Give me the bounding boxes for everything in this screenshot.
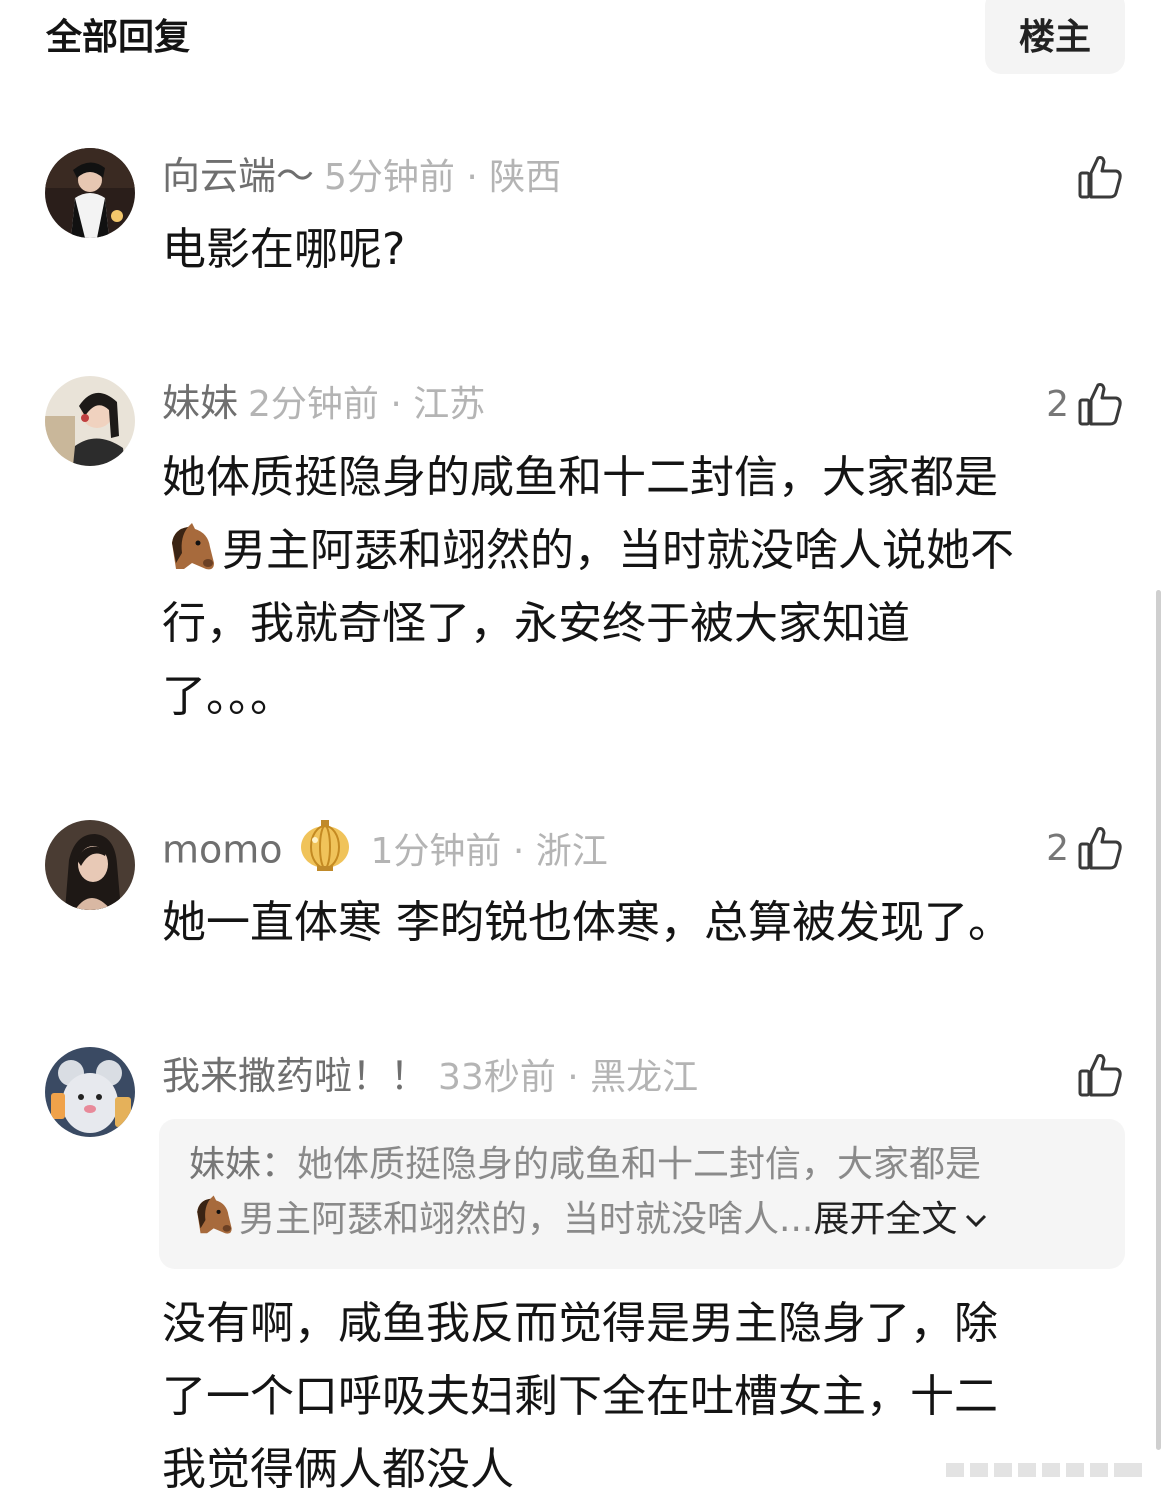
header-bar: 全部回复 楼主 bbox=[0, 0, 1169, 80]
quote-line: 男主阿瑟和翊然的，当时就没啥人...展开全文 bbox=[189, 1192, 1109, 1247]
quote-line-text: 男主阿瑟和翊然的，当时就没啥人... bbox=[239, 1199, 814, 1240]
comment-text-line: 她体质挺隐身的咸鱼和十二封信，大家都是 bbox=[162, 452, 998, 503]
comment-meta: 妹妹 2分钟前 · 江苏 bbox=[162, 384, 485, 423]
like-button[interactable]: 2 bbox=[1046, 820, 1125, 876]
owner-only-button[interactable]: 楼主 bbox=[985, 0, 1125, 74]
time-location: 33秒前 · 黑龙江 bbox=[438, 1057, 699, 1098]
horse-face-emoji bbox=[197, 1195, 232, 1234]
comment-text: 她体质挺隐身的咸鱼和十二封信，大家都是 男主阿瑟和翊然的，当时就没啥人说她不 行… bbox=[162, 441, 1122, 733]
owner-only-label: 楼主 bbox=[1018, 17, 1091, 58]
thumbs-up-icon bbox=[1078, 156, 1122, 199]
like-count: 2 bbox=[1046, 827, 1069, 869]
expand-full-text-link[interactable]: 展开全文 bbox=[813, 1199, 991, 1240]
time-location: 2分钟前 · 江苏 bbox=[248, 384, 486, 425]
like-button[interactable] bbox=[1069, 149, 1125, 205]
comment-text: 她一直体寒 李昀锐也体寒，总算被发现了。 bbox=[162, 897, 1012, 948]
comment-meta: 向云端～ 5分钟前 · 陕西 bbox=[162, 157, 561, 196]
time-location: 5分钟前 · 陕西 bbox=[324, 157, 562, 198]
avatar[interactable] bbox=[45, 820, 135, 910]
author-name[interactable]: momo bbox=[162, 828, 283, 872]
quoted-reply-text: 妹妹：她体质挺隐身的咸鱼和十二封信，大家都是 男主阿瑟和翊然的，当时就没啥人..… bbox=[189, 1137, 1109, 1247]
quote-author: 妹妹： bbox=[189, 1144, 298, 1185]
horse-face-emoji bbox=[172, 523, 214, 570]
thumbs-up-icon bbox=[1078, 383, 1122, 426]
chevron-down-icon bbox=[966, 1214, 987, 1228]
like-button[interactable] bbox=[1069, 1047, 1125, 1103]
author-name[interactable]: 妹妹 bbox=[162, 381, 238, 425]
avatar[interactable] bbox=[45, 1047, 135, 1137]
author-name[interactable]: 我来撒药啦！！ bbox=[162, 1054, 428, 1098]
avatar[interactable] bbox=[45, 376, 135, 466]
like-count: 2 bbox=[1046, 383, 1069, 425]
scrollbar[interactable] bbox=[1156, 590, 1161, 1450]
comment-text-line: 了一个口呼吸夫妇剩下全在吐槽女主，十二 bbox=[162, 1371, 998, 1422]
comment-meta: 我来撒药啦！！ 33秒前 · 黑龙江 bbox=[162, 1057, 698, 1096]
time-location: 1分钟前 · 浙江 bbox=[370, 830, 608, 872]
thumbs-up-icon bbox=[1078, 1054, 1122, 1097]
thumbs-up-icon bbox=[1078, 827, 1122, 870]
author-name[interactable]: 向云端～ bbox=[162, 154, 314, 198]
comment-text-line: 男主阿瑟和翊然的，当时就没啥人说她不 bbox=[162, 514, 1122, 587]
comment-text: 电影在哪呢? bbox=[162, 224, 406, 275]
quoted-reply[interactable]: 妹妹：她体质挺隐身的咸鱼和十二封信，大家都是 男主阿瑟和翊然的，当时就没啥人..… bbox=[159, 1119, 1125, 1269]
like-button[interactable]: 2 bbox=[1046, 376, 1125, 432]
quote-line-text: 她体质挺隐身的咸鱼和十二封信，大家都是 bbox=[297, 1144, 982, 1185]
comment-meta: momo 1分钟前 · 浙江 bbox=[162, 820, 608, 874]
comment-text-line: 没有啊，咸鱼我反而觉得是男主隐身了，除 bbox=[162, 1298, 998, 1349]
lantern-badge-icon bbox=[300, 820, 349, 871]
comment-text-line: 行，我就奇怪了，永安终于被大家知道 bbox=[162, 598, 910, 649]
expand-label: 展开全文 bbox=[813, 1199, 958, 1240]
comment-text-line-rest: 男主阿瑟和翊然的，当时就没啥人说她不 bbox=[222, 525, 1014, 576]
comment-text-line: 了。。。 bbox=[162, 671, 294, 722]
avatar[interactable] bbox=[45, 148, 135, 238]
quote-line: 妹妹：她体质挺隐身的咸鱼和十二封信，大家都是 bbox=[189, 1137, 1109, 1192]
watermark bbox=[940, 1459, 1150, 1481]
all-replies-title: 全部回复 bbox=[46, 17, 191, 58]
